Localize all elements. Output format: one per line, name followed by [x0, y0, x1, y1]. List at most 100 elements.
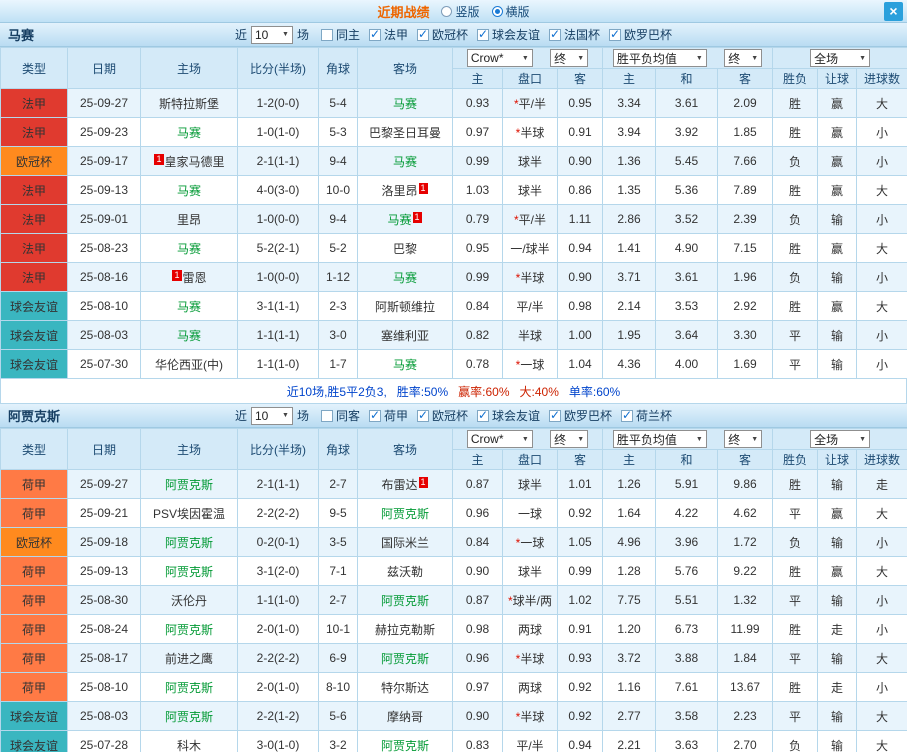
filter-checkbox-法国杯[interactable]: 法国杯 — [549, 26, 600, 43]
result-outcome-cell: 平 — [773, 586, 818, 615]
europe-away-odds-cell: 9.86 — [718, 470, 773, 499]
asia-handicap-cell: 平/半 — [503, 292, 558, 321]
league-filter-group: 同客荷甲欧冠杯球会友谊欧罗巴杯 荷兰杯 — [321, 407, 672, 424]
col-header-asia-away: 客 — [558, 450, 603, 470]
checkbox-box[interactable] — [369, 410, 381, 422]
team-name: 阿贾克斯 — [165, 681, 213, 695]
europe-away-odds-cell: 1.72 — [718, 528, 773, 557]
filter-checkbox-欧罗巴杯[interactable]: 欧罗巴杯 — [549, 407, 612, 424]
checkbox-box[interactable] — [321, 29, 333, 41]
europe-draw-odds-cell: 5.51 — [656, 586, 718, 615]
filter-checkbox-欧罗巴杯[interactable]: 欧罗巴杯 — [609, 26, 672, 43]
match-row: 荷甲25-08-30沃伦丹1-1(1-0)2-7阿贾克斯0.87*球半/两1.0… — [1, 586, 907, 615]
team-name: 华伦西亚(中) — [155, 358, 223, 372]
europe-home-odds-cell: 1.41 — [603, 234, 656, 263]
europe-draw-odds-cell: 4.00 — [656, 350, 718, 379]
europe-away-odds-cell: 1.85 — [718, 118, 773, 147]
league-type-cell: 荷甲 — [1, 644, 68, 673]
filter-checkbox-球会友谊[interactable]: 球会友谊 — [477, 407, 540, 424]
filter-checkbox-同主[interactable]: 同主 — [321, 26, 360, 43]
europe-home-odds-cell: 3.94 — [603, 118, 656, 147]
europe-away-odds-cell: 7.15 — [718, 234, 773, 263]
europe-draw-odds-cell: 3.53 — [656, 292, 718, 321]
checkbox-box[interactable] — [417, 410, 429, 422]
layout-radio-horizontal[interactable]: 横版 — [492, 3, 530, 20]
europe-stage-select[interactable]: 终▼ — [724, 49, 762, 67]
odds-source-select[interactable]: Crow*▼ — [467, 49, 533, 67]
europe-away-odds-cell: 4.62 — [718, 499, 773, 528]
away-team-cell: 阿贾克斯 — [358, 586, 453, 615]
checkbox-box[interactable] — [477, 410, 489, 422]
europe-draw-odds-cell: 3.88 — [656, 644, 718, 673]
checkbox-box[interactable] — [609, 29, 621, 41]
europe-away-odds-cell: 7.89 — [718, 176, 773, 205]
match-count-select[interactable]: 10▼ — [251, 26, 293, 44]
europe-avg-select[interactable]: 胜平负均值▼ — [613, 49, 707, 67]
europe-odds-controls: 胜平负均值▼ 终▼ — [603, 48, 773, 69]
filter-checkbox-同客[interactable]: 同客 — [321, 407, 360, 424]
odds-source-select[interactable]: Crow*▼ — [467, 430, 533, 448]
dropdown-value: 10 — [255, 409, 268, 423]
checkbox-box[interactable] — [417, 29, 429, 41]
close-icon[interactable]: × — [884, 2, 903, 21]
asia-home-odds-cell: 0.90 — [453, 557, 503, 586]
filter-checkbox-欧冠杯[interactable]: 欧冠杯 — [417, 407, 468, 424]
result-handicap-cell: 赢 — [818, 176, 857, 205]
checkbox-label: 同主 — [336, 26, 360, 43]
checkbox-label: 荷兰杯 — [636, 407, 672, 424]
section-team-name: 马赛 — [8, 25, 34, 44]
asia-away-odds-cell: 1.11 — [558, 205, 603, 234]
europe-home-odds-cell: 2.21 — [603, 731, 656, 752]
checkbox-box[interactable] — [477, 29, 489, 41]
team-name: 马赛 — [393, 97, 417, 111]
checkbox-box[interactable] — [321, 410, 333, 422]
chevron-down-icon: ▼ — [751, 55, 758, 62]
checkbox-box[interactable] — [549, 29, 561, 41]
europe-stage-select[interactable]: 终▼ — [724, 430, 762, 448]
europe-avg-select[interactable]: 胜平负均值▼ — [613, 430, 707, 448]
team-name: 塞维利亚 — [381, 329, 429, 343]
chevron-down-icon: ▼ — [577, 55, 584, 62]
filter-checkbox-荷甲[interactable]: 荷甲 — [369, 407, 408, 424]
checkbox-box[interactable] — [549, 410, 561, 422]
filter-bar: 近 10▼ 场 同主法甲欧冠杯球会友谊法国杯欧罗巴杯 — [235, 26, 672, 44]
col-header-corner: 角球 — [319, 429, 358, 470]
dropdown-value: 10 — [255, 28, 268, 42]
scope-select[interactable]: 全场▼ — [810, 430, 870, 448]
team-name: 阿贾克斯 — [165, 478, 213, 492]
away-team-cell: 赫拉克勒斯 — [358, 615, 453, 644]
section-team-name: 阿贾克斯 — [8, 406, 60, 425]
home-team-cell: 阿贾克斯 — [141, 673, 238, 702]
near-label: 近 — [235, 407, 247, 424]
odds-stage-select[interactable]: 终▼ — [550, 49, 588, 67]
filter-checkbox-欧冠杯[interactable]: 欧冠杯 — [417, 26, 468, 43]
radio-label: 横版 — [506, 3, 530, 20]
score-cell: 2-2(2-2) — [238, 644, 319, 673]
radio-icon[interactable] — [441, 6, 452, 17]
radio-icon[interactable] — [492, 6, 503, 17]
match-count-select[interactable]: 10 ▼ — [251, 407, 293, 425]
score-cell: 2-0(1-0) — [238, 673, 319, 702]
asia-home-odds-cell: 0.98 — [453, 615, 503, 644]
league-type-cell: 法甲 — [1, 234, 68, 263]
asia-home-odds-cell: 0.99 — [453, 263, 503, 292]
checkbox-box[interactable] — [369, 29, 381, 41]
checkbox-box[interactable] — [621, 410, 633, 422]
layout-radio-vertical[interactable]: 竖版 — [441, 3, 479, 20]
chevron-down-icon: ▼ — [282, 412, 289, 419]
match-date-cell: 25-07-28 — [68, 731, 141, 752]
odds-stage-select[interactable]: 终▼ — [550, 430, 588, 448]
scope-select[interactable]: 全场▼ — [810, 49, 870, 67]
home-team-cell: 里昂 — [141, 205, 238, 234]
away-team-cell: 巴黎圣日耳曼 — [358, 118, 453, 147]
col-header-handicap: 盘口 — [503, 450, 558, 470]
home-team-cell: 华伦西亚(中) — [141, 350, 238, 379]
result-handicap-cell: 走 — [818, 615, 857, 644]
chevron-down-icon: ▼ — [522, 55, 529, 62]
match-row: 球会友谊25-08-03马赛1-1(1-1)3-0塞维利亚0.82半球1.001… — [1, 321, 907, 350]
europe-away-odds-cell: 9.22 — [718, 557, 773, 586]
filter-checkbox-球会友谊[interactable]: 球会友谊 — [477, 26, 540, 43]
filter-checkbox-法甲[interactable]: 法甲 — [369, 26, 408, 43]
europe-draw-odds-cell: 4.90 — [656, 234, 718, 263]
filter-checkbox-荷兰杯[interactable]: 荷兰杯 — [621, 407, 672, 424]
